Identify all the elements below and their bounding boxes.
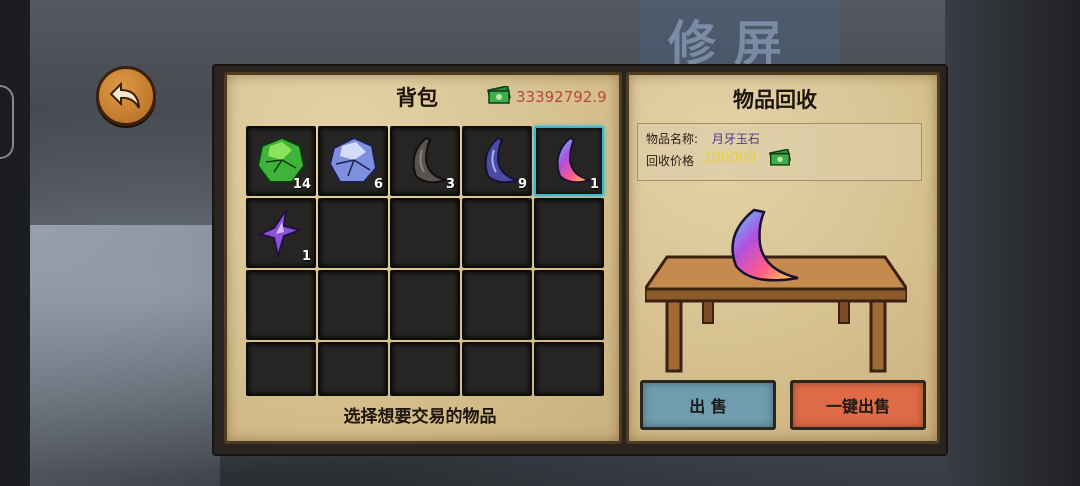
selected-item-display-icon [731,208,799,282]
sell-all-button[interactable]: 一键出售 [790,380,926,430]
background-right [945,0,1080,486]
inventory-slot-4[interactable]: 9 [462,126,532,196]
trade-hint: 选择想要交易的物品 [343,407,497,427]
inventory-slot-2[interactable]: 6 [318,126,388,196]
inventory-slot-empty[interactable] [246,342,316,396]
inventory-slot-empty[interactable] [318,342,388,396]
inventory-slot-6[interactable]: 1 [246,198,316,268]
inventory-slot-empty[interactable] [390,342,460,396]
inventory-slot-empty[interactable] [534,198,604,268]
inventory-slot-empty[interactable] [462,342,532,396]
inventory-slot-empty[interactable] [534,270,604,340]
inventory-slot-1[interactable]: 14 [246,126,316,196]
inventory-slot-empty[interactable] [246,270,316,340]
cash-icon [768,149,792,166]
display-case [30,225,220,486]
price-label: 回收价格 [646,154,695,168]
notch-indicator [0,85,14,159]
screen-edge [0,0,30,486]
back-arrow-icon [109,82,140,109]
item-name-value: 月牙玉石 [711,132,760,146]
item-name-label: 物品名称: [646,132,699,146]
inventory-slot-empty[interactable] [534,342,604,396]
inventory-slot-3[interactable]: 3 [390,126,460,196]
back-button[interactable] [96,66,156,126]
item-quantity: 1 [589,177,599,192]
price-row: 回收价格 [646,152,694,169]
item-quantity: 3 [445,177,455,192]
bag-title: 背包 [396,86,438,110]
item-quantity: 14 [292,177,311,192]
price-value: 100000 [703,150,757,166]
inventory-slot-empty[interactable] [462,198,532,268]
item-quantity: 1 [301,249,311,264]
item-quantity: 9 [517,177,527,192]
inventory-slot-5-selected[interactable]: 1 [534,126,604,196]
cash-icon [487,86,511,104]
sell-button[interactable]: 出 售 [640,380,776,430]
inventory-slot-empty[interactable] [318,270,388,340]
inventory-slot-empty[interactable] [462,270,532,340]
inventory-slot-empty[interactable] [390,198,460,268]
item-name-row: 物品名称: 月牙玉石 [646,130,760,147]
recycle-title: 物品回收 [733,88,817,112]
item-quantity: 6 [373,177,383,192]
inventory-slot-empty[interactable] [390,270,460,340]
money-amount: 33392792.9 [516,88,607,106]
inventory-slot-empty[interactable] [318,198,388,268]
